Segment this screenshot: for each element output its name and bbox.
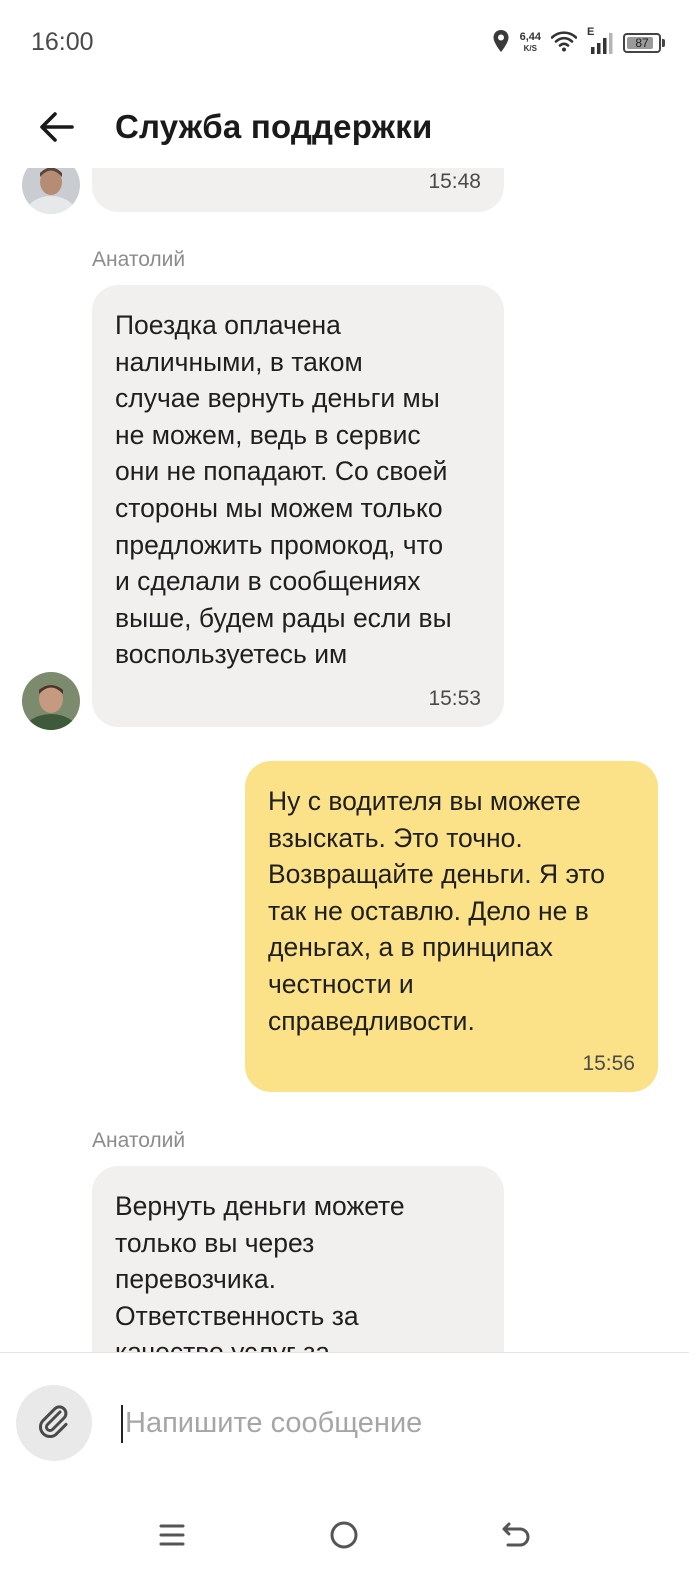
message-time: 15:48 (428, 170, 481, 193)
status-icons: 6,44 K/S E 87 (492, 26, 665, 60)
message-bubble-incoming[interactable]: Вернуть деньги можете только вы через пе… (92, 1166, 504, 1352)
menu-button[interactable] (147, 1512, 197, 1562)
network-speed-unit: K/S (523, 44, 537, 53)
wifi-icon (550, 30, 578, 57)
message-list[interactable]: 15:48 Анатолий Поездка оплачена наличным… (0, 168, 689, 1352)
return-arrow-icon (500, 1519, 532, 1556)
location-pin-icon (492, 29, 510, 58)
battery-level: 87 (635, 36, 649, 50)
message-text: Ну с водителя вы можете взыскать. Это то… (268, 786, 605, 1036)
status-time: 16:00 (31, 28, 94, 56)
message-composer (0, 1352, 689, 1485)
menu-icon (157, 1520, 187, 1555)
paperclip-icon (34, 1401, 74, 1446)
page-title: Служба поддержки (115, 108, 433, 145)
avatar[interactable] (22, 168, 80, 214)
system-nav-bar (0, 1484, 689, 1594)
battery-icon: 87 (623, 33, 665, 53)
message-input[interactable] (121, 1393, 665, 1453)
back-button[interactable] (34, 106, 80, 152)
back-nav-button[interactable] (491, 1512, 541, 1562)
message-time: 15:56 (582, 1052, 635, 1075)
attach-button[interactable] (16, 1385, 92, 1461)
message-bubble-incoming[interactable]: 15:48 (92, 168, 504, 212)
message-text: Вернуть деньги можете только вы через пе… (115, 1191, 405, 1352)
sender-name: Анатолий (92, 1129, 186, 1152)
avatar[interactable] (22, 672, 80, 730)
message-bubble-incoming[interactable]: Поездка оплачена наличными, в таком случ… (92, 285, 504, 727)
network-speed-value: 6,44 (519, 31, 541, 43)
message-text: Поездка оплачена наличными, в таком случ… (115, 310, 452, 670)
home-circle-icon (328, 1519, 360, 1556)
sender-name: Анатолий (92, 248, 186, 271)
message-time: 15:53 (428, 687, 481, 710)
status-bar: 16:00 6,44 K/S E 87 (0, 0, 689, 88)
chat-header: Служба поддержки (0, 88, 689, 168)
message-bubble-outgoing[interactable]: Ну с водителя вы можете взыскать. Это то… (245, 761, 658, 1092)
arrow-left-icon (39, 111, 75, 148)
network-speed: 6,44 K/S (520, 32, 541, 54)
signal-bars-icon: E (587, 26, 613, 56)
home-button[interactable] (319, 1512, 369, 1562)
